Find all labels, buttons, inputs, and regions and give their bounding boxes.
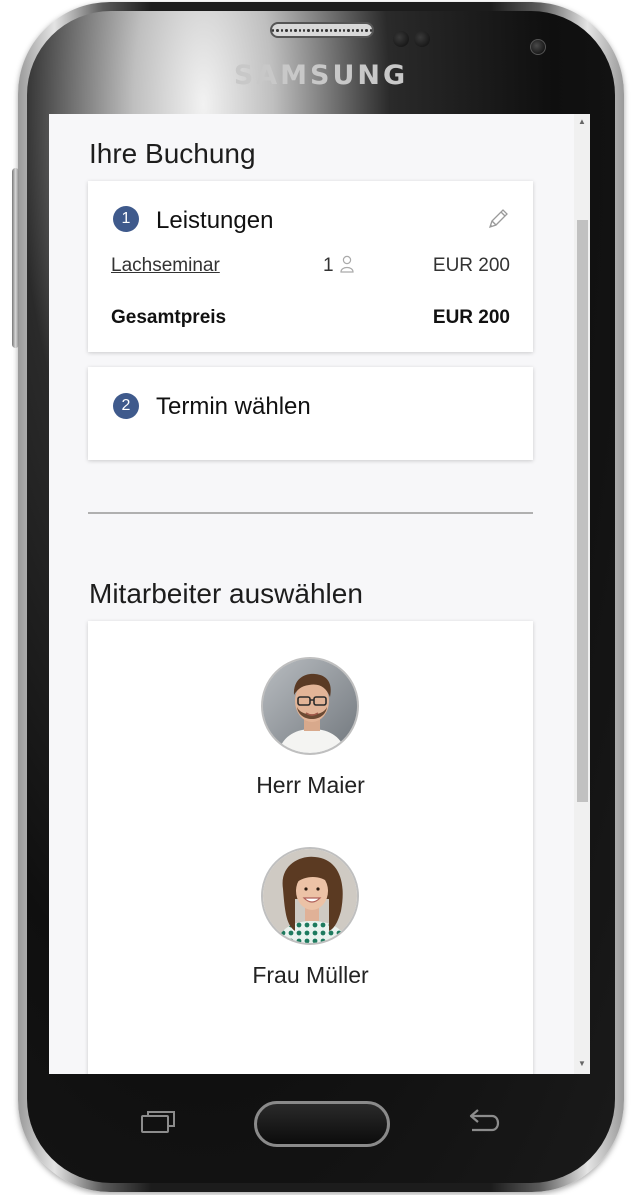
section-divider xyxy=(88,512,533,514)
earpiece-speaker xyxy=(270,22,374,38)
staff-list: Herr Maier Frau Müller xyxy=(88,621,533,1074)
home-button[interactable] xyxy=(254,1101,390,1147)
total-price: EUR 200 xyxy=(432,307,510,328)
staff-name-maier[interactable]: Herr Maier xyxy=(88,772,533,799)
screen[interactable]: Ihre Buchung 1 Leistungen Lachseminar 1 … xyxy=(49,114,590,1074)
front-camera xyxy=(530,39,546,55)
scroll-up-arrow-icon[interactable]: ▲ xyxy=(578,118,586,126)
staff-title: Mitarbeiter auswählen xyxy=(89,578,363,609)
back-arrow-icon[interactable] xyxy=(466,1106,504,1136)
edit-pencil-icon[interactable] xyxy=(486,207,510,231)
service-link[interactable]: Lachseminar xyxy=(111,255,220,277)
scrollbar[interactable]: ▲ ▼ xyxy=(574,114,590,1074)
appointment-title: Termin wählen xyxy=(156,393,311,420)
services-card: 1 Leistungen Lachseminar 1 EUR 200 Gesam… xyxy=(88,181,533,352)
step-2-badge: 2 xyxy=(113,393,139,419)
service-price: EUR 200 xyxy=(432,255,510,276)
light-sensor xyxy=(414,31,430,47)
scroll-thumb[interactable] xyxy=(577,220,588,802)
staff-avatar-mueller[interactable] xyxy=(261,847,359,945)
staff-name-mueller[interactable]: Frau Müller xyxy=(88,962,533,989)
recent-apps-icon[interactable] xyxy=(141,1110,175,1134)
proximity-sensor xyxy=(393,31,409,47)
booking-title: Ihre Buchung xyxy=(89,138,256,169)
staff-avatar-maier[interactable] xyxy=(261,657,359,755)
step-1-badge: 1 xyxy=(113,206,139,232)
scroll-down-arrow-icon[interactable]: ▼ xyxy=(578,1060,586,1068)
person-icon xyxy=(340,255,354,273)
service-quantity: 1 xyxy=(323,255,334,276)
volume-button xyxy=(12,168,19,348)
brand-logo: SAMSUNG xyxy=(233,60,409,91)
appointment-card[interactable]: 2 Termin wählen xyxy=(88,367,533,460)
total-label: Gesamtpreis xyxy=(111,307,227,328)
services-title: Leistungen xyxy=(156,207,274,234)
